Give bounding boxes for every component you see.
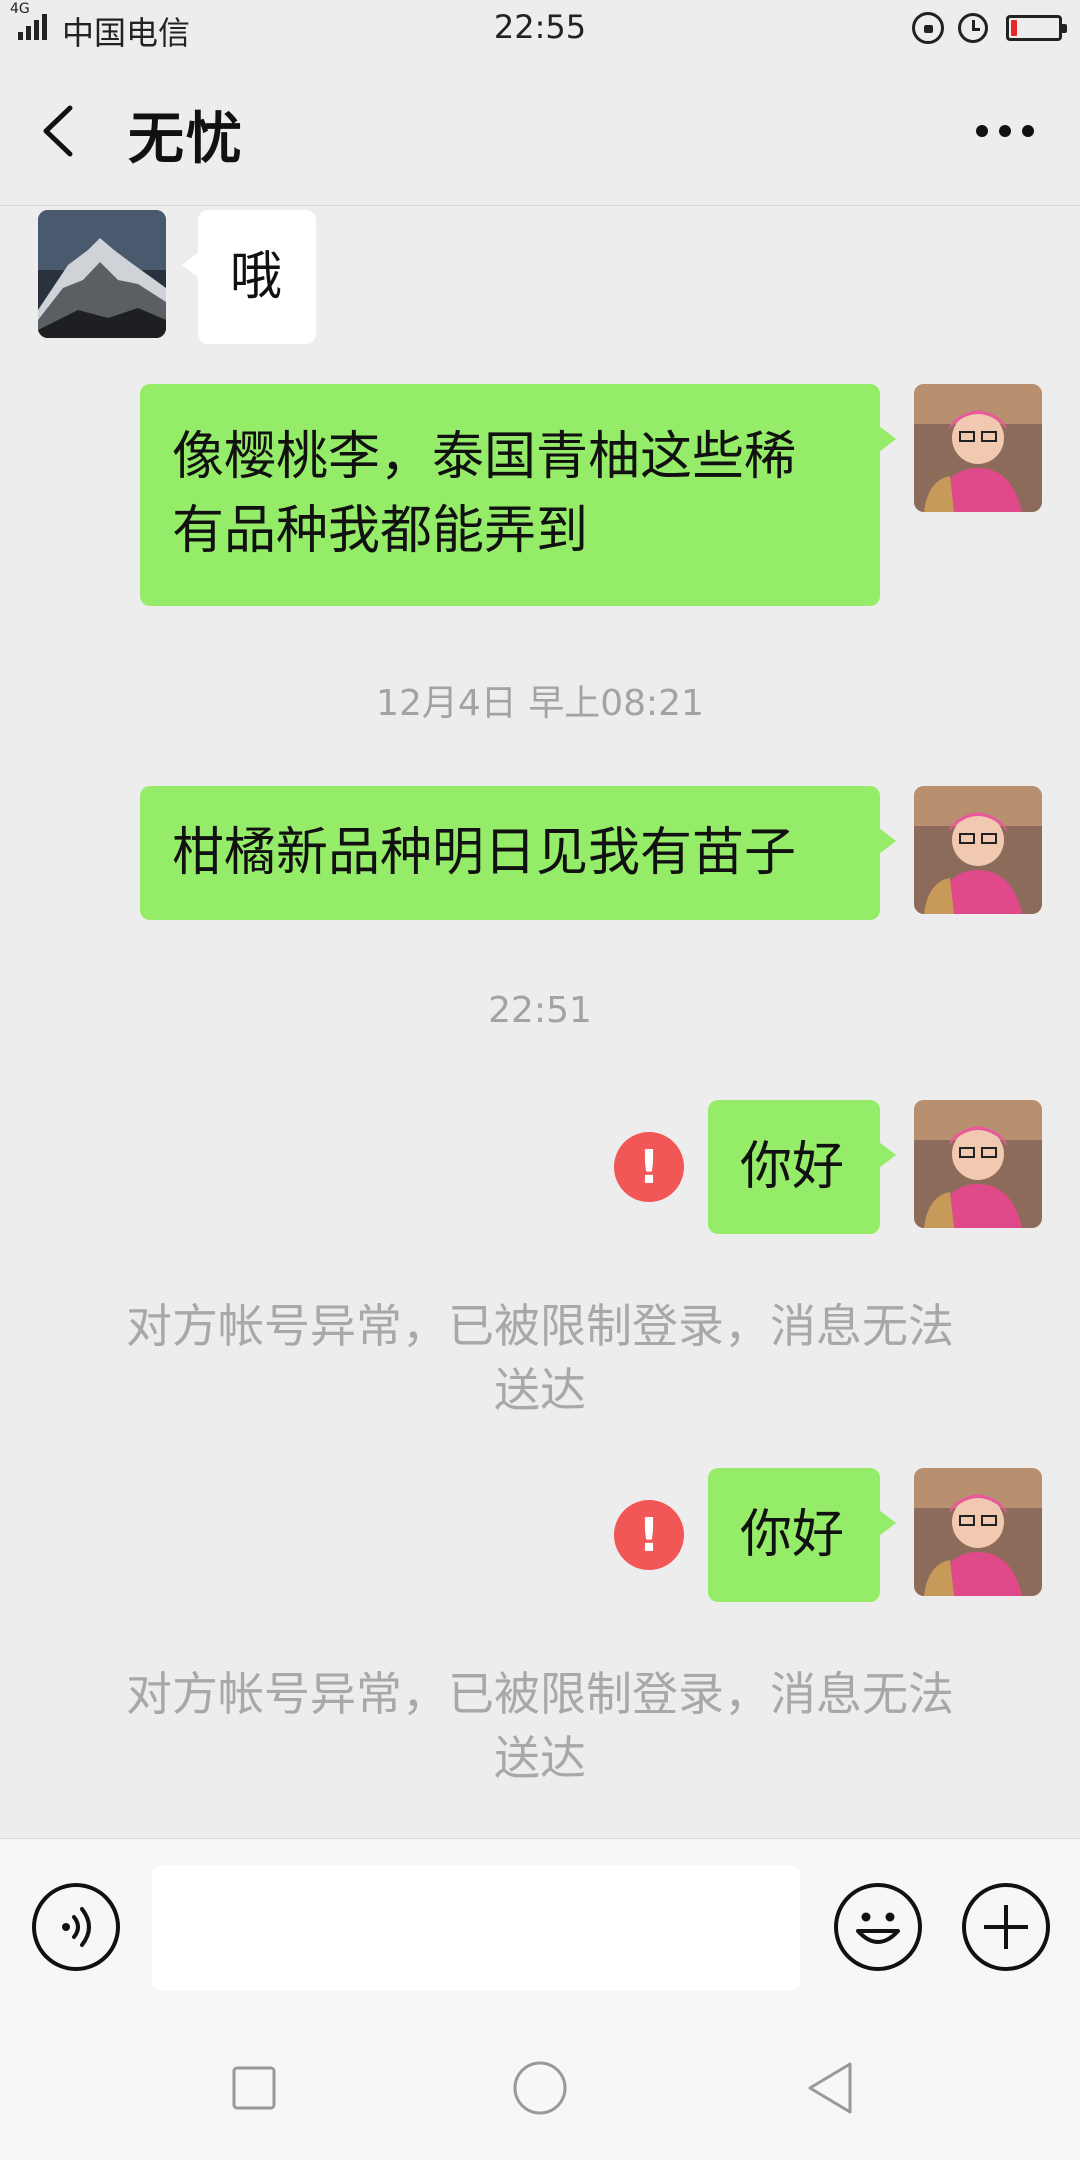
- input-bar: [0, 1838, 1080, 2016]
- system-notice: 对方帐号异常，已被限制登录，消息无法 送达: [100, 1294, 980, 1422]
- plus-icon: [984, 1905, 1028, 1949]
- system-back-button[interactable]: [798, 2056, 862, 2120]
- chevron-left-icon: [43, 105, 73, 157]
- battery-icon: [1006, 15, 1067, 41]
- home-button[interactable]: [508, 2056, 572, 2120]
- voice-button[interactable]: [32, 1883, 120, 1971]
- timestamp: 12月4日 早上08:21: [376, 683, 704, 724]
- system-notice-line: 送达: [494, 1731, 586, 1785]
- more-button[interactable]: [970, 106, 1040, 156]
- message-list[interactable]: 哦 像樱桃李，泰国青柚这些稀 有品种我都能弄到 12月4日 早上08:21 柑橘…: [0, 206, 1080, 1838]
- my-avatar[interactable]: [914, 786, 1042, 914]
- user-avatar: [914, 1468, 1042, 1596]
- battery-level: [1011, 20, 1017, 36]
- send-failed-icon[interactable]: !: [614, 1132, 684, 1202]
- mountain-avatar: [38, 210, 166, 338]
- recent-apps-button[interactable]: [222, 2056, 286, 2120]
- more-dots-icon: [976, 125, 1034, 137]
- message-text: 你好: [740, 1137, 845, 1197]
- contact-avatar[interactable]: [38, 210, 166, 338]
- system-notice: 对方帐号异常，已被限制登录，消息无法 送达: [100, 1662, 980, 1790]
- incoming-message-bubble[interactable]: 哦: [182, 210, 316, 344]
- send-failed-icon[interactable]: !: [614, 1500, 684, 1570]
- message-text: 柑橘新品种明日见我有苗子: [172, 823, 797, 883]
- square-icon: [232, 2066, 276, 2110]
- outgoing-message-bubble[interactable]: 像樱桃李，泰国青柚这些稀 有品种我都能弄到: [140, 384, 896, 606]
- status-bar: 4G 中国电信 22:55: [0, 0, 1080, 56]
- more-functions-button[interactable]: [962, 1883, 1050, 1971]
- my-avatar[interactable]: [914, 1468, 1042, 1596]
- message-input[interactable]: [152, 1865, 800, 1991]
- system-notice-line: 送达: [494, 1363, 586, 1417]
- timestamp: 22:51: [488, 990, 592, 1031]
- message-text-line: 像樱桃李，泰国青柚这些稀: [172, 427, 797, 487]
- user-avatar: [914, 384, 1042, 512]
- my-avatar[interactable]: [914, 1100, 1042, 1228]
- back-button[interactable]: [30, 96, 90, 166]
- chat-header: 无忧: [0, 56, 1080, 206]
- message-text: 你好: [740, 1505, 845, 1565]
- system-notice-line: 对方帐号异常，已被限制登录，消息无法: [126, 1299, 954, 1353]
- message-text: 哦: [230, 247, 283, 307]
- alarm-icon: [958, 13, 988, 43]
- rotation-lock-icon: [912, 12, 944, 44]
- message-text-line: 有品种我都能弄到: [172, 501, 589, 561]
- triangle-back-icon: [808, 2062, 852, 2114]
- user-avatar: [914, 1100, 1042, 1228]
- voice-icon: [62, 1907, 91, 1947]
- outgoing-message-bubble[interactable]: 你好: [708, 1468, 896, 1602]
- emoji-icon: [856, 1912, 900, 1944]
- system-notice-line: 对方帐号异常，已被限制登录，消息无法: [126, 1667, 954, 1721]
- my-avatar[interactable]: [914, 384, 1042, 512]
- system-navigation-bar: [0, 2016, 1080, 2160]
- emoji-button[interactable]: [834, 1883, 922, 1971]
- user-avatar: [914, 786, 1042, 914]
- outgoing-message-bubble[interactable]: 你好: [708, 1100, 896, 1234]
- chat-title: 无忧: [128, 107, 244, 172]
- outgoing-message-bubble[interactable]: 柑橘新品种明日见我有苗子: [140, 786, 896, 920]
- circle-icon: [513, 2061, 567, 2115]
